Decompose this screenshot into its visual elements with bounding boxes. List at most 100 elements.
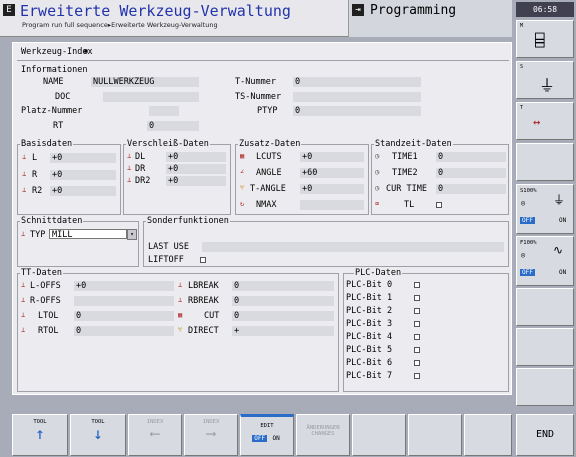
dropdown-arrow-icon[interactable]: ▾ xyxy=(127,229,137,240)
plc-bit-checkbox[interactable] xyxy=(414,373,420,379)
wear-dr-field[interactable]: +0 xyxy=(166,164,226,174)
time2-field[interactable]: 0 xyxy=(436,168,506,178)
plc-bit-checkbox[interactable] xyxy=(414,347,420,353)
plc-bit-checkbox[interactable] xyxy=(414,308,420,314)
feed-override-softkey[interactable]: F100% ◎ ∿ OFF ON xyxy=(516,236,574,286)
time1-label: TIME1 xyxy=(392,152,418,162)
plc-bit-checkbox[interactable] xyxy=(414,334,420,340)
apply-changes-button[interactable]: ÄNDERUNGEN CHANGES xyxy=(296,414,350,456)
tool-down-button[interactable]: TOOL ↓ xyxy=(70,414,126,456)
wear-dr-label: DR xyxy=(135,164,146,174)
cur-time-field[interactable]: 0 xyxy=(436,184,506,194)
arrow-left-icon: ⟵ xyxy=(150,426,160,442)
horizontal-softkey-bar: TOOL ↑ TOOL ↓ INDEX ⟵ INDEX ⟶ EDIT OFF O… xyxy=(0,410,576,457)
extra-title: Zusatz-Daten xyxy=(238,139,302,149)
lbreak-field[interactable]: 0 xyxy=(232,281,334,291)
doc-field[interactable] xyxy=(103,92,199,102)
index-prev-button[interactable]: INDEX ⟵ xyxy=(128,414,182,456)
liftoff-checkbox[interactable] xyxy=(200,257,206,263)
lcuts-field[interactable]: +0 xyxy=(300,152,364,162)
rtol-field[interactable]: 0 xyxy=(74,326,174,336)
softkey-empty[interactable] xyxy=(516,288,574,326)
r-offs-field[interactable] xyxy=(74,296,174,306)
basis-r-field[interactable]: +0 xyxy=(50,170,116,180)
direct-field[interactable]: + xyxy=(232,326,334,336)
time1-field[interactable]: 0 xyxy=(436,152,506,162)
ptyp-field[interactable]: 0 xyxy=(293,106,421,116)
edit-on-state: ON xyxy=(272,435,280,442)
plc-bit-checkbox[interactable] xyxy=(414,282,420,288)
t-angle-field[interactable]: +0 xyxy=(300,184,364,194)
name-field[interactable]: NULLWERKZEUG xyxy=(91,77,199,87)
basis-l-field[interactable]: +0 xyxy=(50,153,116,163)
wear-group: Verschleiß-Daten ⊥ DL +0 ⊥ DR +0 ⊥ DR2 +… xyxy=(123,139,231,215)
end-button[interactable]: END xyxy=(516,414,574,456)
angle-field[interactable]: +60 xyxy=(300,168,364,178)
time2-label: TIME2 xyxy=(392,168,418,178)
index-next-button[interactable]: INDEX ⟶ xyxy=(184,414,238,456)
rt-field[interactable]: 0 xyxy=(147,121,199,131)
plc-bit-checkbox[interactable] xyxy=(414,295,420,301)
life-title: Standzeit-Daten xyxy=(374,139,453,149)
softkey-empty[interactable] xyxy=(516,143,574,181)
cut-field[interactable]: 0 xyxy=(232,311,334,321)
softkey-empty[interactable] xyxy=(516,368,574,406)
wear-dl-label: DL xyxy=(135,152,146,162)
basis-group: Basisdaten ⊥ L +0 ⊥ R +0 ⊥ R2 +0 xyxy=(17,139,121,215)
programming-mode-panel[interactable]: ⇥ Programming xyxy=(348,0,512,37)
dr2-icon: ⊥ xyxy=(127,176,132,184)
t-function-softkey[interactable]: T ↔ xyxy=(516,102,574,140)
tl-checkbox[interactable] xyxy=(436,202,442,208)
nmax-label: NMAX xyxy=(256,200,277,210)
wear-dr2-field[interactable]: +0 xyxy=(166,176,226,186)
feed-wave-icon: ∿ xyxy=(553,243,564,257)
s-function-softkey[interactable]: S ⏚ xyxy=(516,61,574,99)
doc-label: DOC xyxy=(55,92,71,102)
cur-time-label: CUR TIME xyxy=(386,184,427,194)
last-use-field[interactable] xyxy=(202,242,504,252)
softkey-empty[interactable] xyxy=(352,414,406,456)
tsnum-field[interactable] xyxy=(293,92,421,102)
radius-icon: ⊥ xyxy=(22,170,27,178)
softkey-empty[interactable] xyxy=(408,414,462,456)
ltol-label: LTOL xyxy=(38,311,59,321)
length-icon: ⊥ xyxy=(22,153,27,161)
tool-form: Werkzeug-Index ◉ Informationen NAME NULL… xyxy=(12,42,512,395)
rtol-label: RTOL xyxy=(38,326,59,336)
plc-bit-label: PLC-Bit 3 xyxy=(346,319,393,329)
tnum-field[interactable]: 0 xyxy=(293,77,421,87)
m-function-softkey[interactable]: M ⌸ xyxy=(516,20,574,58)
plc-bit-checkbox[interactable] xyxy=(414,321,420,327)
lbreak-label: LBREAK xyxy=(188,281,219,291)
rbreak-field[interactable]: 0 xyxy=(232,296,334,306)
platz-field[interactable] xyxy=(149,106,179,116)
ptyp-label: PTYP xyxy=(257,106,278,116)
plc-bit-checkbox[interactable] xyxy=(414,360,420,366)
feed-override-icon: ◎ xyxy=(521,251,526,259)
r-offs-label: R-OFFS xyxy=(30,296,61,306)
edit-toggle-button[interactable]: EDIT OFF ON xyxy=(240,414,294,456)
r-offs-icon: ⊥ xyxy=(21,296,26,304)
vertical-softkey-bar: 06:58 M ⌸ S ⏚ T ↔ S100% ◎ ⏚ OFF ON F100% ◎ … xyxy=(514,0,576,410)
tl-label: TL xyxy=(404,200,415,210)
spindle-override-softkey[interactable]: S100% ◎ ⏚ OFF ON xyxy=(516,184,574,234)
l-offs-field[interactable]: +0 xyxy=(74,281,174,291)
wear-dr2-label: DR2 xyxy=(135,176,151,186)
tool-up-button[interactable]: TOOL ↑ xyxy=(12,414,68,456)
tool-locked-icon: ⌧ xyxy=(375,200,380,208)
typ-label: TYP xyxy=(30,230,46,240)
basis-r2-field[interactable]: +0 xyxy=(50,186,116,196)
softkey-empty[interactable] xyxy=(464,414,512,456)
softkey-empty[interactable] xyxy=(516,328,574,366)
ltol-field[interactable]: 0 xyxy=(74,311,174,321)
nmax-icon: ↻ xyxy=(240,200,245,208)
rbreak-label: RBREAK xyxy=(188,296,219,306)
plc-bit-label: PLC-Bit 5 xyxy=(346,345,393,355)
l-offs-icon: ⊥ xyxy=(21,281,26,289)
typ-select[interactable]: MILL xyxy=(49,229,127,240)
cuts-icon: ▦ xyxy=(240,152,245,160)
nmax-field[interactable] xyxy=(300,200,364,210)
wear-dl-field[interactable]: +0 xyxy=(166,152,226,162)
extra-group: Zusatz-Daten ▦ LCUTS +0 ∠ ANGLE +60 ♈ T-… xyxy=(235,139,369,215)
tt-group: TT-Daten ⊥ L-OFFS +0 ⊥ R-OFFS ⊥ LTOL 0 ⊥… xyxy=(17,268,339,392)
